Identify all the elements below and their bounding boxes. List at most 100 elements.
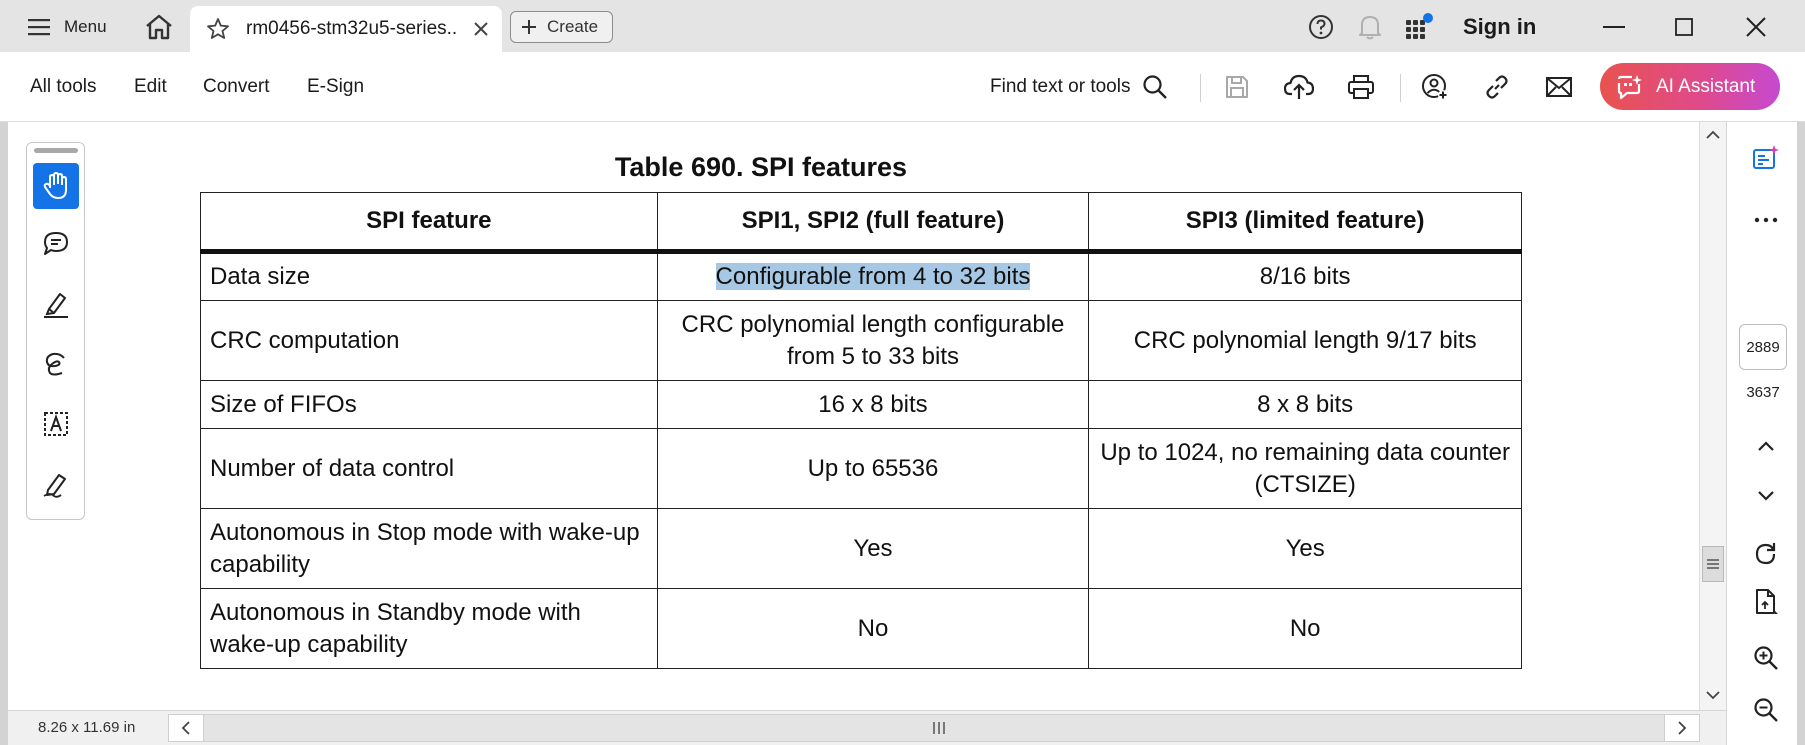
close-icon — [1746, 17, 1766, 37]
freehand-draw-icon — [45, 352, 65, 376]
scroll-up-button[interactable] — [1700, 122, 1726, 148]
toolbar-all-tools[interactable]: All tools — [30, 76, 97, 98]
close-tab-icon[interactable] — [474, 22, 488, 36]
copy-link-button[interactable] — [1480, 70, 1514, 104]
apps-grid-icon — [1406, 13, 1433, 39]
search-icon — [1143, 75, 1168, 99]
full-feature-cell: Yes — [656, 508, 1090, 589]
chevron-left-icon — [181, 721, 190, 735]
limited-feature-cell: Up to 1024, no remaining data counter (C… — [1088, 428, 1522, 509]
draw-tool-button[interactable] — [33, 341, 79, 387]
find-label: Find text or tools — [990, 76, 1131, 97]
previous-page-button[interactable] — [1748, 428, 1784, 464]
current-page-input[interactable]: 2889 — [1739, 324, 1787, 370]
help-button[interactable] — [1306, 12, 1336, 42]
save-button[interactable] — [1220, 70, 1254, 104]
next-page-button[interactable] — [1748, 478, 1784, 514]
sign-in-button[interactable]: Sign in — [1463, 12, 1536, 42]
create-button[interactable]: Create — [510, 11, 613, 43]
comment-tool-button[interactable] — [33, 221, 79, 267]
header-spi1-spi2: SPI1, SPI2 (full feature) — [656, 192, 1090, 254]
toolbar-e-sign[interactable]: E-Sign — [307, 76, 364, 98]
limited-feature-cell: 8/16 bits — [1088, 251, 1522, 301]
text-box-icon — [44, 412, 68, 436]
horizontal-scrollbar[interactable] — [204, 714, 1664, 742]
chevron-right-icon — [1678, 721, 1687, 735]
left-window-edge — [0, 122, 8, 745]
minimize-icon — [1603, 26, 1625, 28]
toolbar-separator — [1400, 74, 1401, 102]
feature-cell: Autonomous in Stop mode with wake-up cap… — [200, 508, 658, 589]
document-vertical-scrollbar[interactable] — [1699, 122, 1726, 710]
close-window-button[interactable] — [1738, 12, 1774, 42]
cloud-upload-icon — [1284, 74, 1314, 99]
help-icon — [1309, 15, 1333, 39]
selected-text[interactable]: Configurable from 4 to 32 bits — [715, 263, 1031, 290]
horizontal-scroll-thumb[interactable] — [930, 720, 948, 736]
sign-tool-button[interactable] — [33, 461, 79, 507]
limited-feature-cell: 8 x 8 bits — [1088, 380, 1522, 429]
notifications-button[interactable] — [1355, 11, 1385, 43]
status-bar: 8.26 x 11.69 in — [8, 710, 1726, 745]
scroll-right-button[interactable] — [1664, 714, 1700, 742]
bell-icon — [1359, 16, 1381, 40]
toolbar-edit[interactable]: Edit — [134, 76, 167, 98]
scroll-down-button[interactable] — [1700, 682, 1726, 708]
header-spi-feature: SPI feature — [200, 192, 658, 254]
plus-icon — [522, 20, 536, 34]
quick-tools-palette — [26, 142, 85, 520]
spi-features-table: SPI feature SPI1, SPI2 (full feature) SP… — [200, 192, 1522, 669]
table-row: CRC computation CRC polynomial length co… — [200, 300, 1522, 381]
toolbar-convert[interactable]: Convert — [203, 76, 270, 98]
print-button[interactable] — [1344, 70, 1378, 104]
more-options-button[interactable] — [1748, 202, 1784, 238]
ai-summary-button[interactable] — [1748, 140, 1784, 176]
zoom-in-icon — [1754, 646, 1778, 670]
zoom-out-button[interactable] — [1748, 692, 1784, 728]
upload-button[interactable] — [1282, 70, 1316, 104]
document-tab[interactable]: rm0456-stm32u5-series... — [190, 6, 502, 52]
hand-tool-button[interactable] — [33, 163, 79, 209]
limited-feature-cell: CRC polynomial length 9/17 bits — [1088, 300, 1522, 381]
feature-cell: Size of FIFOs — [200, 380, 658, 429]
feature-cell: Data size — [200, 251, 658, 301]
grip-lines-icon — [933, 722, 945, 734]
feature-cell: Autonomous in Standby mode with wake-up … — [200, 588, 658, 669]
zoom-out-icon — [1754, 698, 1778, 722]
zoom-in-button[interactable] — [1748, 640, 1784, 676]
minimize-button[interactable] — [1596, 12, 1632, 42]
hamburger-icon — [28, 19, 50, 36]
maximize-button[interactable] — [1666, 12, 1702, 42]
ai-assistant-label: AI Assistant — [1656, 75, 1756, 97]
scroll-thumb[interactable] — [1702, 546, 1724, 582]
find-text-or-tools[interactable]: Find text or tools — [990, 72, 1168, 102]
total-pages: 3637 — [1746, 384, 1780, 401]
feature-cell: CRC computation — [200, 300, 658, 381]
chevron-down-icon — [1758, 491, 1774, 501]
limited-feature-cell: Yes — [1088, 508, 1522, 589]
home-button[interactable] — [142, 10, 176, 44]
table-header-row: SPI feature SPI1, SPI2 (full feature) SP… — [200, 192, 1522, 254]
pen-sign-icon — [43, 474, 66, 498]
highlight-tool-button[interactable] — [33, 281, 79, 327]
chevron-down-icon — [1706, 691, 1720, 700]
tab-title: rm0456-stm32u5-series... — [246, 18, 458, 39]
more-horizontal-icon — [1754, 217, 1778, 223]
organize-pages-button[interactable] — [1748, 584, 1784, 620]
email-button[interactable] — [1542, 70, 1576, 104]
star-icon[interactable] — [206, 17, 230, 41]
rotate-button[interactable] — [1748, 536, 1784, 572]
rotate-icon — [1755, 543, 1776, 565]
table-row: Autonomous in Standby mode with wake-up … — [200, 588, 1522, 669]
apps-button[interactable] — [1403, 11, 1435, 43]
palette-drag-handle[interactable] — [34, 148, 78, 153]
chevron-up-icon — [1706, 130, 1720, 139]
link-icon — [1486, 75, 1508, 99]
mail-icon — [1546, 77, 1572, 97]
share-with-people-button[interactable] — [1418, 70, 1452, 104]
ai-assistant-button[interactable]: AI Assistant — [1600, 63, 1780, 110]
menu-button[interactable]: Menu — [28, 12, 107, 42]
scroll-left-button[interactable] — [168, 714, 204, 742]
tab-bar: Menu rm0456-stm32u5-series... Create Sig… — [0, 0, 1805, 52]
text-tool-button[interactable] — [33, 401, 79, 447]
